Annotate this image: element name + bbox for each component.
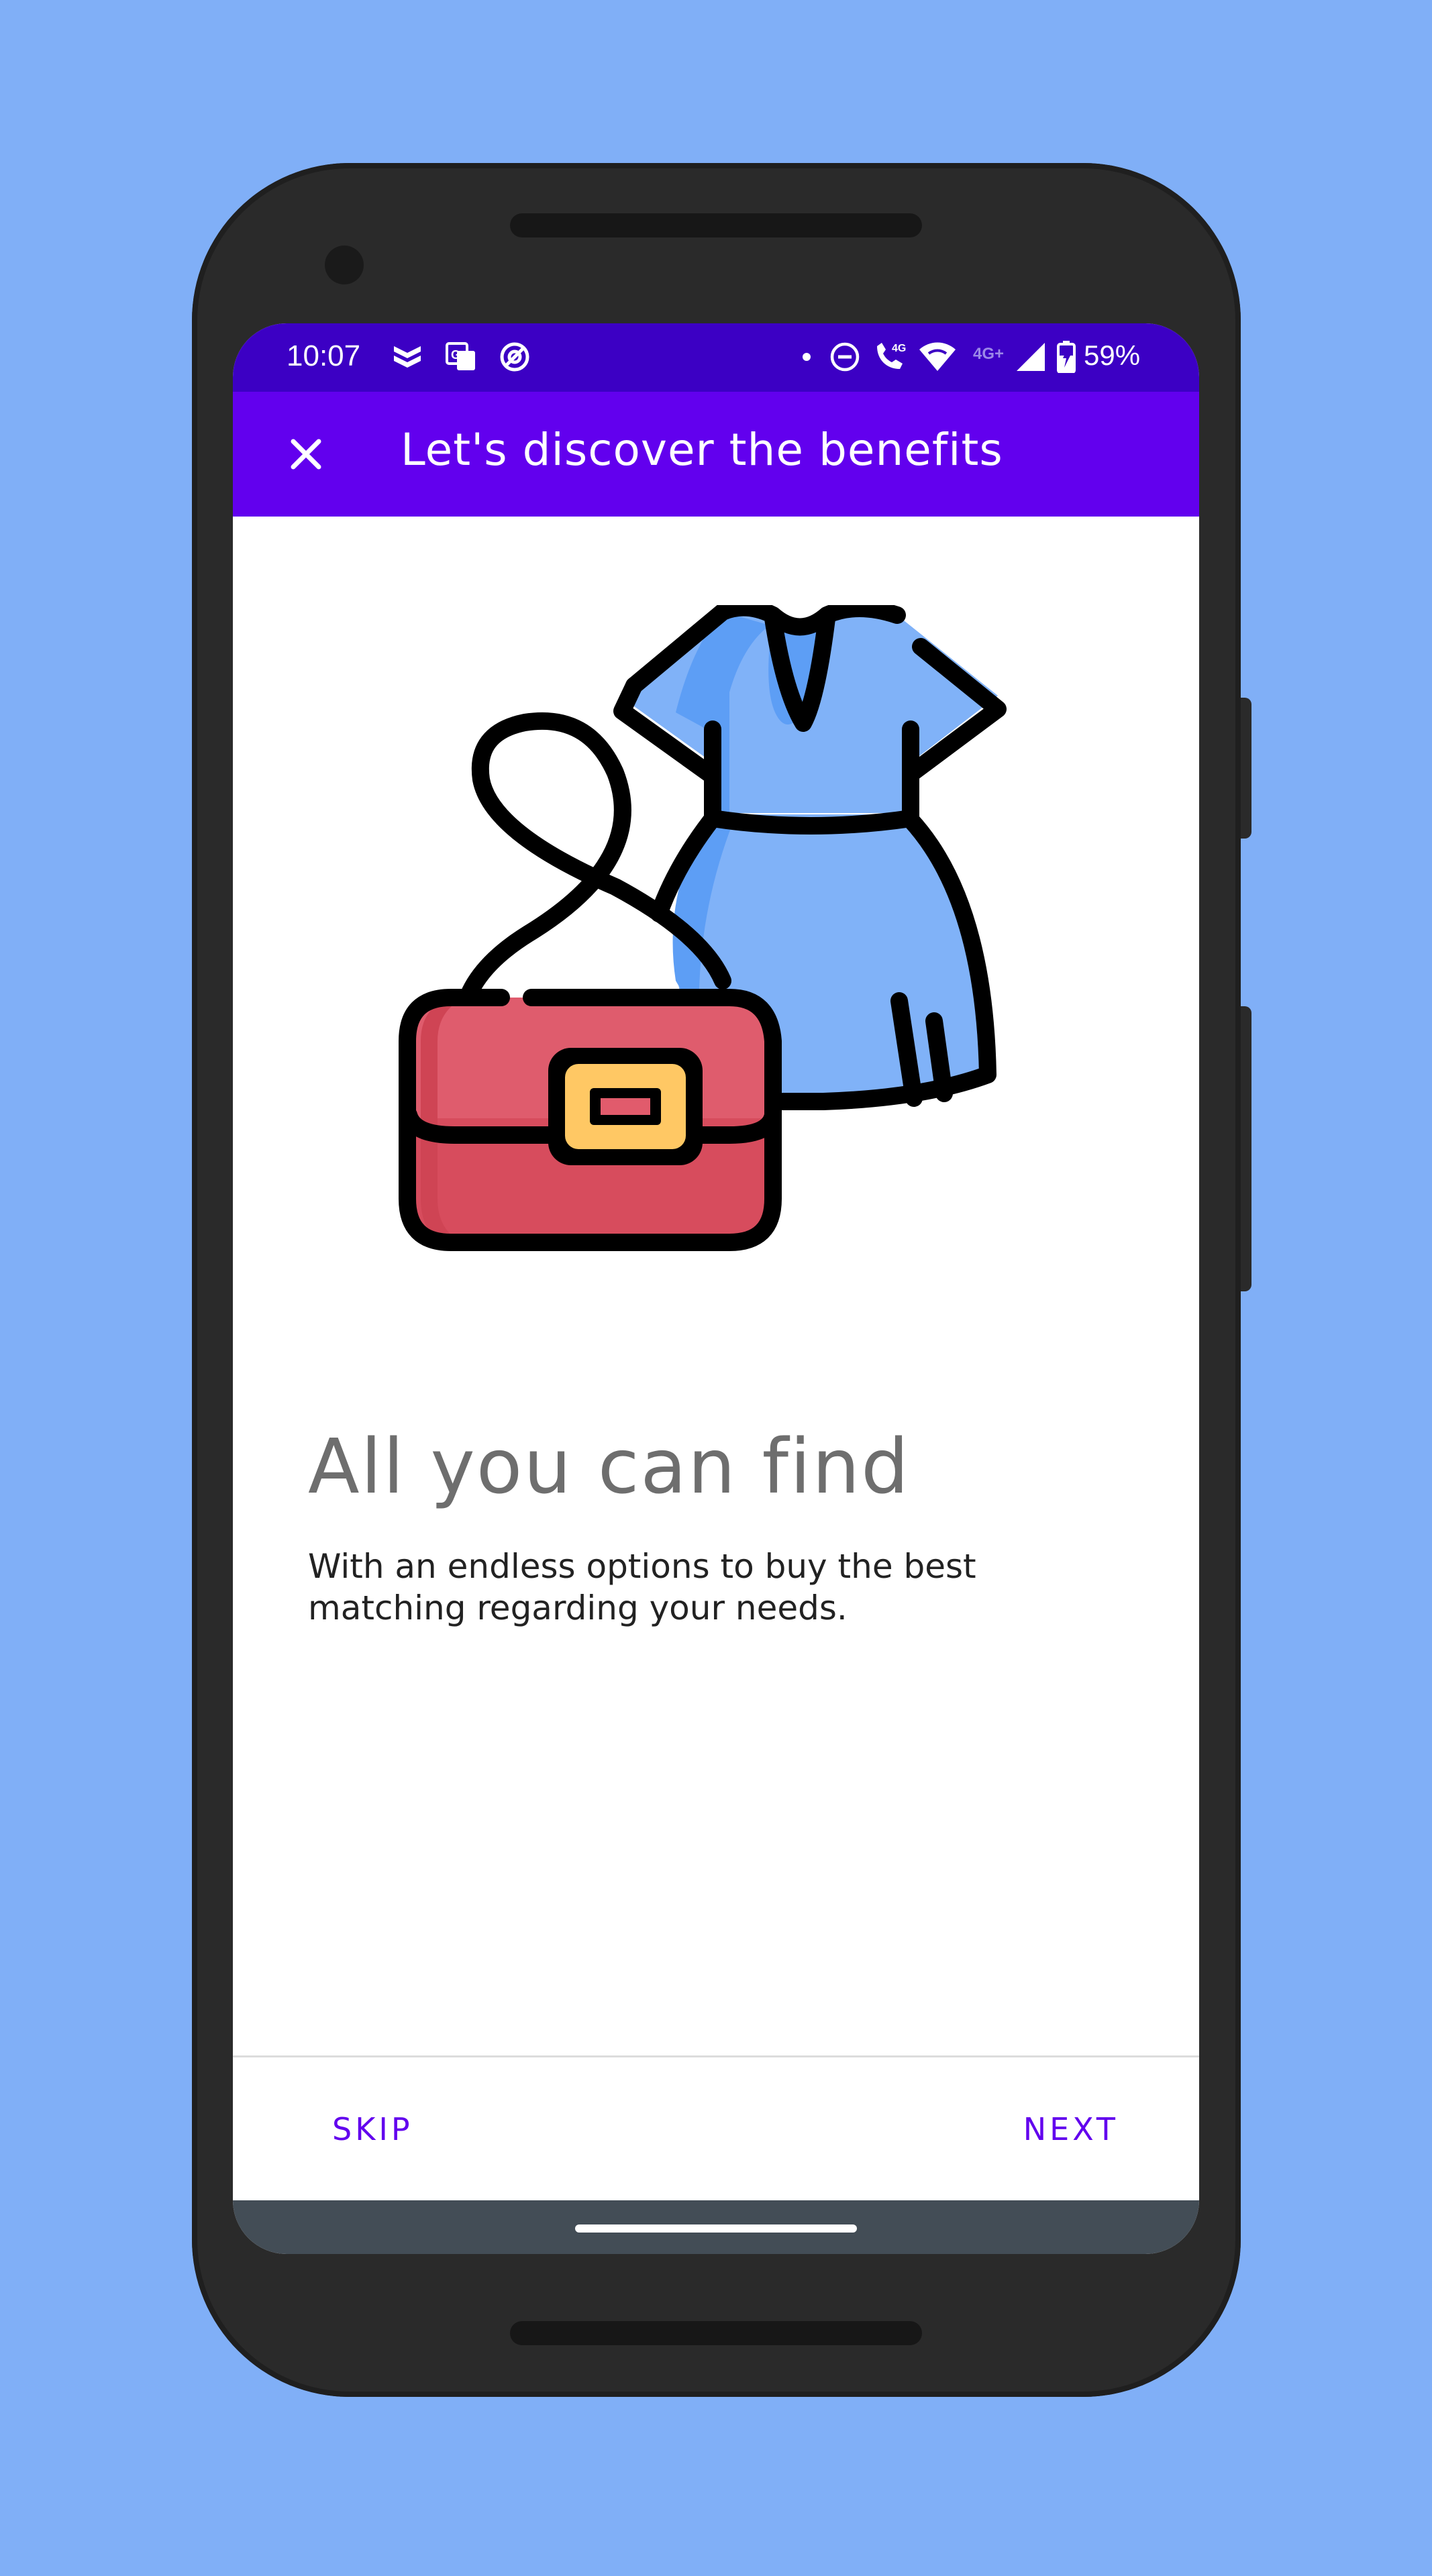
- volte-call-icon: 4G: [870, 339, 913, 374]
- sync-icon: [496, 339, 533, 374]
- navigation-bar: [233, 2200, 1199, 2254]
- handbag-and-dress-illustration: [300, 598, 1139, 1370]
- bottom-speaker: [510, 2321, 922, 2345]
- next-button[interactable]: NEXT: [1010, 2104, 1132, 2154]
- volume-button: [1241, 698, 1251, 839]
- battery-percent: 59%: [1084, 339, 1141, 371]
- home-indicator[interactable]: [575, 2224, 857, 2233]
- close-icon: [291, 439, 321, 470]
- app-bar-title: Let's discover the benefits: [401, 424, 1003, 476]
- notification-app-icon: [389, 339, 426, 374]
- network-label: 4G: [892, 343, 906, 354]
- svg-text:G: G: [451, 348, 460, 362]
- network-label-faded: 4G+: [972, 345, 1005, 363]
- translate-icon: G: [442, 339, 480, 374]
- screen: 10:07 G 4G 4G+ 59% Let's discover the be…: [233, 323, 1199, 2254]
- front-camera: [325, 246, 364, 284]
- skip-button[interactable]: SKIP: [319, 2104, 427, 2154]
- status-bar: 10:07 G 4G 4G+ 59%: [233, 323, 1199, 392]
- onboarding-description: With an endless options to buy the best …: [308, 1547, 976, 1627]
- dnd-icon: [826, 339, 864, 374]
- app-bar: Let's discover the benefits: [233, 392, 1199, 517]
- onboarding-heading: All you can find: [308, 1424, 911, 1511]
- status-time: 10:07: [287, 339, 361, 372]
- handbag-icon: [399, 989, 782, 1251]
- earpiece-speaker: [510, 213, 922, 237]
- dot-icon: [797, 339, 817, 374]
- signal-icon: [1011, 339, 1049, 374]
- wifi-icon: [916, 339, 959, 374]
- footer-divider: [233, 2055, 1199, 2057]
- battery-charging-icon: [1053, 339, 1080, 374]
- close-button[interactable]: [274, 423, 338, 486]
- power-button: [1241, 1006, 1251, 1291]
